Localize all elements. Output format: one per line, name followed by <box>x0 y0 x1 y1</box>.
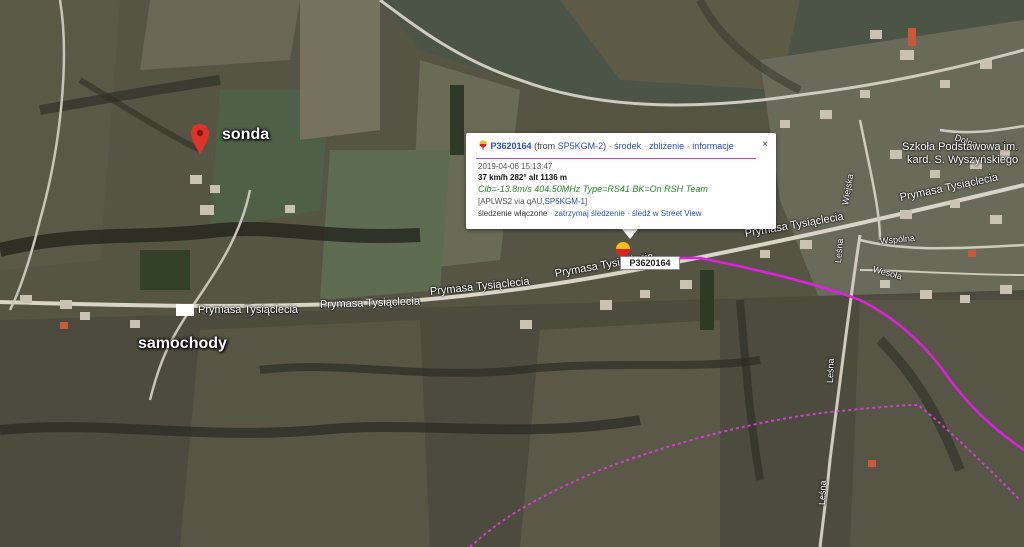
road-label-lesna-2: Leśna <box>825 358 836 384</box>
popup-path-suffix: ] <box>585 197 588 206</box>
popup-tracking-row: śledzenie włączone · zatrzymaj śledzenie… <box>478 209 702 218</box>
popup-from-station-link[interactable]: SP5KGM-2 <box>558 141 604 151</box>
popup-from-suffix: ) <box>603 141 607 151</box>
separator: · <box>686 141 690 151</box>
popup-callsign-link[interactable]: P3620164 <box>491 141 532 151</box>
info-popup: P3620164 (from SP5KGM-2) · środek · zbli… <box>466 133 776 229</box>
popup-speed-line: 37 km/h 282° alt 1136 m <box>478 173 568 182</box>
school-label-line1: Szkoła Podstawowa im. <box>902 141 1019 153</box>
close-icon[interactable]: × <box>762 139 768 150</box>
popup-timestamp: 2019-04-06 15:13:47 <box>478 162 553 171</box>
separator: · <box>643 141 647 151</box>
road-label-lesna-3: Leśna <box>817 480 828 506</box>
balloon-icon <box>479 140 487 150</box>
popup-path-station-link[interactable]: SP5KGM-1 <box>545 197 585 206</box>
sonda-label: sonda <box>222 126 270 143</box>
popup-tail <box>622 229 638 239</box>
car-marker[interactable] <box>176 304 194 316</box>
separator: · <box>608 141 612 151</box>
samochody-label: samochody <box>138 335 227 352</box>
location-pin-icon[interactable] <box>191 124 209 154</box>
road-label-prymasa-1: Prymasa Tysiąclecia <box>198 304 299 316</box>
balloon-callsign-label[interactable]: P3620164 <box>620 256 680 270</box>
popup-title-underline <box>476 158 756 159</box>
road-label-lesna-1: Leśna <box>833 238 846 264</box>
popup-link-stop-tracking[interactable]: zatrzymaj śledzenie <box>555 209 625 218</box>
school-label: Szkoła Podstawowa im. kard. S. Wyszyński… <box>902 141 1018 167</box>
separator: · <box>549 209 553 218</box>
popup-tracking-status: śledzenie włączone <box>478 209 548 218</box>
popup-header: P3620164 (from SP5KGM-2) · środek · zbli… <box>478 140 734 151</box>
separator: · <box>627 209 630 218</box>
popup-from-prefix: (from <box>534 141 558 151</box>
popup-link-zoom[interactable]: zbliżenie <box>649 141 684 151</box>
popup-link-street-view[interactable]: śledź w Street View <box>632 209 702 218</box>
popup-link-info[interactable]: informacje <box>692 141 734 151</box>
popup-path-prefix: [APLWS2 via qAU, <box>478 197 545 206</box>
popup-path: [APLWS2 via qAU,SP5KGM-1] <box>478 197 587 206</box>
popup-link-center[interactable]: środek <box>614 141 641 151</box>
satellite-map[interactable] <box>0 0 1024 547</box>
popup-comment: Clb=-13.8m/s 404.50MHz Type=RS41 BK=On R… <box>478 184 708 194</box>
school-label-line2: kard. S. Wyszyńskiego <box>907 154 1019 166</box>
